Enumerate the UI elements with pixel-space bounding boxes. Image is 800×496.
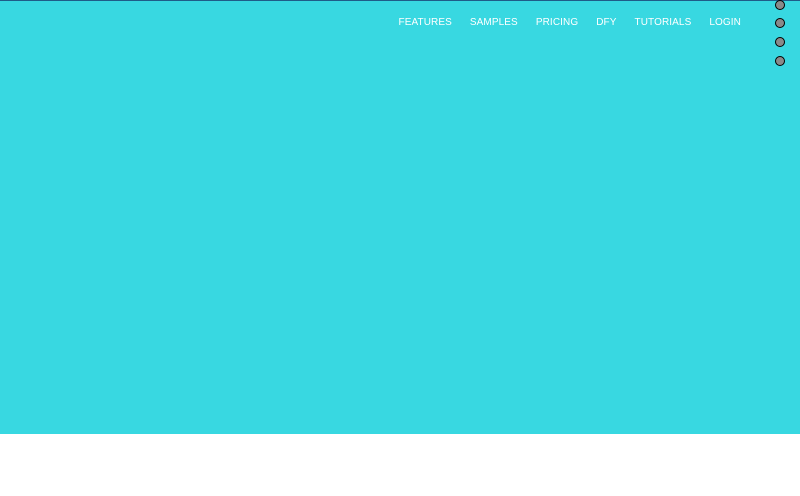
nav-item-pricing[interactable]: PRICING bbox=[536, 16, 578, 30]
nav-item-login[interactable]: LOGIN bbox=[709, 16, 741, 30]
section-dot[interactable] bbox=[775, 37, 785, 47]
nav-item-samples[interactable]: SAMPLES bbox=[470, 16, 518, 30]
page: FEATURES SAMPLES PRICING DFY TUTORIALS L… bbox=[0, 0, 800, 496]
section-dot[interactable] bbox=[775, 0, 785, 10]
section-dot-navigation bbox=[775, 0, 787, 70]
nav-item-dfy[interactable]: DFY bbox=[596, 16, 616, 30]
nav-item-tutorials[interactable]: TUTORIALS bbox=[635, 16, 692, 30]
content-area bbox=[0, 434, 800, 496]
main-nav: FEATURES SAMPLES PRICING DFY TUTORIALS L… bbox=[398, 16, 741, 30]
section-dot[interactable] bbox=[775, 18, 785, 28]
hero-section: FEATURES SAMPLES PRICING DFY TUTORIALS L… bbox=[0, 0, 800, 434]
nav-item-features[interactable]: FEATURES bbox=[398, 16, 451, 30]
top-divider bbox=[0, 0, 800, 1]
section-dot[interactable] bbox=[775, 56, 785, 66]
